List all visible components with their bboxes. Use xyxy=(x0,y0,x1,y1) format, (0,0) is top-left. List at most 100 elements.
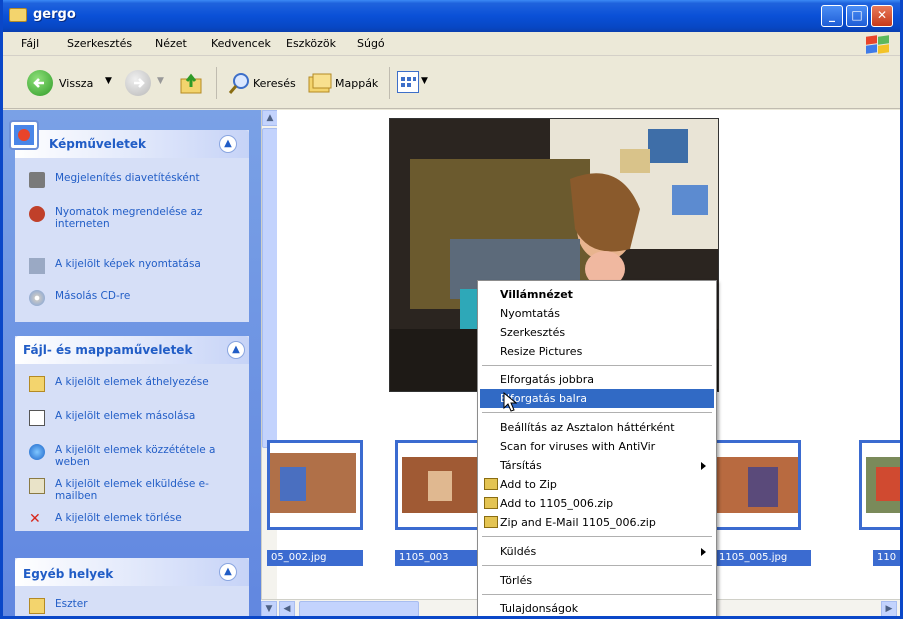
menu-item-rotate-right[interactable]: Elforgatás jobbra xyxy=(480,370,714,389)
maximize-icon: □ xyxy=(851,8,863,22)
task-publish-web[interactable]: A kijelölt elemek közzététele a weben xyxy=(29,444,239,470)
place-eszter[interactable]: Eszter xyxy=(29,598,239,614)
file-tasks-panel: Fájl- és mappaműveletek ▲ A kijelölt ele… xyxy=(15,336,249,531)
back-button-label[interactable]: Vissza xyxy=(59,77,93,90)
delete-icon: ✕ xyxy=(29,511,41,527)
collapse-chevron-icon[interactable]: ▲ xyxy=(219,135,237,153)
task-delete[interactable]: ✕ A kijelölt elemek törlése xyxy=(29,512,239,526)
image-tasks-panel: Képműveletek ▲ Megjelenítés diavetítéské… xyxy=(9,120,249,322)
menu-separator xyxy=(482,365,712,366)
menu-item-preview[interactable]: Villámnézet xyxy=(480,285,714,304)
forward-dropdown-icon[interactable]: ▼ xyxy=(157,76,164,86)
task-pane: Képműveletek ▲ Megjelenítés diavetítéské… xyxy=(3,110,261,616)
slideshow-icon xyxy=(29,172,45,188)
other-places-panel: Egyéb helyek ▲ Eszter xyxy=(15,558,249,616)
windows-flag-icon xyxy=(864,34,890,54)
thumbnail-label: 05_002.jpg xyxy=(267,550,363,566)
task-copy[interactable]: A kijelölt elemek másolása xyxy=(29,410,239,436)
view-icon[interactable] xyxy=(397,71,419,93)
explorer-window: gergo _ □ ✕ Fájl Szerkesztés Nézet Kedve… xyxy=(0,0,903,619)
task-print-pictures[interactable]: A kijelölt képek nyomtatása xyxy=(29,258,239,284)
menu-help[interactable]: Súgó xyxy=(357,37,385,50)
zip-icon xyxy=(484,478,498,490)
image-tasks-header[interactable]: Képműveletek ▲ xyxy=(9,120,249,158)
search-button-label[interactable]: Keresés xyxy=(253,77,296,90)
move-icon xyxy=(29,376,45,392)
printer-icon xyxy=(29,258,45,274)
menu-separator xyxy=(482,565,712,566)
submenu-arrow-icon xyxy=(701,548,706,556)
thumbnail-label: 1105_003 xyxy=(395,550,477,566)
menu-item-zip-and-email-label: Zip and E-Mail 1105_006.zip xyxy=(500,516,656,529)
thumbnail-label: 1105_005.jpg xyxy=(715,550,811,566)
menu-item-delete[interactable]: Törlés xyxy=(480,571,714,590)
other-places-title: Egyéb helyek xyxy=(23,567,114,581)
menu-bar: Fájl Szerkesztés Nézet Kedvencek Eszközö… xyxy=(3,32,900,56)
scroll-thumb[interactable] xyxy=(262,128,278,448)
menu-item-print[interactable]: Nyomtatás xyxy=(480,304,714,323)
menu-item-add-to-named-zip[interactable]: Add to 1105_006.zip xyxy=(480,494,714,513)
menu-item-send-to[interactable]: Küldés xyxy=(480,542,714,561)
menu-item-zip-and-email[interactable]: Zip and E-Mail 1105_006.zip xyxy=(480,513,714,532)
mouse-cursor-icon xyxy=(503,391,518,415)
task-email[interactable]: A kijelölt elemek elküldése e-mailben xyxy=(29,478,239,504)
collapse-chevron-icon[interactable]: ▲ xyxy=(227,341,245,359)
thumbnail[interactable] xyxy=(859,440,900,530)
minimize-icon: _ xyxy=(829,8,835,22)
maximize-button[interactable]: □ xyxy=(846,5,868,27)
other-places-header[interactable]: Egyéb helyek ▲ xyxy=(15,558,249,586)
folder-icon xyxy=(29,598,45,614)
menu-tools[interactable]: Eszközök xyxy=(286,37,336,50)
folder-icon xyxy=(9,8,27,22)
task-order-prints[interactable]: Nyomatok megrendelése az interneten xyxy=(29,206,239,244)
thumbnail[interactable] xyxy=(705,440,801,530)
menu-file[interactable]: Fájl xyxy=(21,37,39,50)
zip-icon xyxy=(484,497,498,509)
menu-item-scan-antivir[interactable]: Scan for viruses with AntiVir xyxy=(480,437,714,456)
folders-icon[interactable] xyxy=(307,71,333,95)
task-move[interactable]: A kijelölt elemek áthelyezése xyxy=(29,376,239,402)
menu-item-send-to-label: Küldés xyxy=(500,545,537,558)
close-button[interactable]: ✕ xyxy=(871,5,893,27)
zip-icon xyxy=(484,516,498,528)
menu-item-properties[interactable]: Tulajdonságok xyxy=(480,599,714,616)
menu-item-edit[interactable]: Szerkesztés xyxy=(480,323,714,342)
context-menu: Villámnézet Nyomtatás Szerkesztés Resize… xyxy=(477,280,717,616)
thumbnail-label: 110 xyxy=(873,550,900,566)
horizontal-scroll-thumb[interactable] xyxy=(299,601,419,616)
vertical-scrollbar[interactable]: ▲ xyxy=(261,110,278,610)
menu-edit[interactable]: Szerkesztés xyxy=(67,37,132,50)
menu-item-resize-pictures[interactable]: Resize Pictures xyxy=(480,342,714,361)
menu-item-add-to-zip[interactable]: Add to Zip xyxy=(480,475,714,494)
toolbar: Vissza ▼ ▼ Keresés Mappák ▼ xyxy=(3,57,900,109)
back-dropdown-icon[interactable]: ▼ xyxy=(105,76,112,86)
menu-item-open-with[interactable]: Társítás xyxy=(480,456,714,475)
up-folder-icon[interactable] xyxy=(179,71,205,95)
scroll-right-arrow-icon[interactable]: ▶ xyxy=(881,601,897,616)
forward-arrow-icon[interactable] xyxy=(125,70,151,96)
folders-button-label[interactable]: Mappák xyxy=(335,77,378,90)
menu-item-add-to-named-zip-label: Add to 1105_006.zip xyxy=(500,497,614,510)
collapse-chevron-icon[interactable]: ▲ xyxy=(219,563,237,581)
minimize-button[interactable]: _ xyxy=(821,5,843,27)
search-icon[interactable] xyxy=(227,71,253,97)
menu-favorites[interactable]: Kedvencek xyxy=(211,37,271,50)
back-arrow-icon[interactable] xyxy=(27,70,53,96)
globe-icon xyxy=(29,444,45,460)
submenu-arrow-icon xyxy=(701,462,706,470)
menu-view[interactable]: Nézet xyxy=(155,37,187,50)
scroll-left-arrow-icon[interactable]: ◀ xyxy=(279,601,295,616)
title-bar[interactable]: gergo _ □ ✕ xyxy=(3,0,900,32)
file-tasks-header[interactable]: Fájl- és mappaműveletek ▲ xyxy=(15,336,249,364)
scroll-down-arrow-icon[interactable]: ▼ xyxy=(261,601,277,616)
task-slideshow[interactable]: Megjelenítés diavetítésként xyxy=(29,172,239,198)
menu-item-set-desktop-background[interactable]: Beállítás az Asztalon háttérként xyxy=(480,418,714,437)
scroll-up-arrow-icon[interactable]: ▲ xyxy=(262,110,278,126)
toolbar-separator xyxy=(216,67,217,99)
toolbar-separator xyxy=(389,67,390,99)
picture-tasks-icon xyxy=(9,120,39,150)
task-copy-to-cd[interactable]: Másolás CD-re xyxy=(29,290,239,306)
view-dropdown-icon[interactable]: ▼ xyxy=(421,76,428,86)
image-tasks-title: Képműveletek xyxy=(49,137,146,151)
thumbnail[interactable] xyxy=(267,440,363,530)
